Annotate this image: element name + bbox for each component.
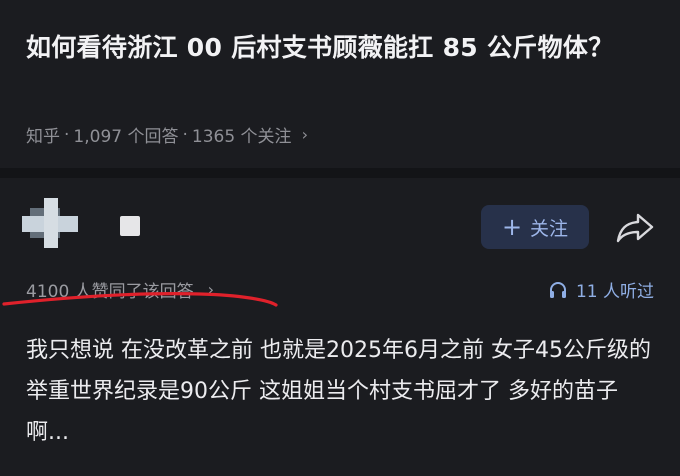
question-title[interactable]: 如何看待浙江 00 后村支书顾薇能扛 85 公斤物体？: [26, 26, 656, 70]
listened-text: 11 人听过: [575, 282, 654, 302]
plus-icon: +: [501, 213, 523, 241]
answer-count: 1,097 个回答: [73, 127, 179, 147]
red-annotation-stroke: [2, 292, 278, 307]
answer-body[interactable]: 我只想说 在没改革之前 也就是2025年6月之前 女子45公斤级的举重世界纪录是…: [26, 330, 656, 453]
share-button[interactable]: [614, 207, 656, 247]
follower-count: 1365 个关注: [191, 127, 292, 147]
avatar[interactable]: [22, 198, 78, 248]
author-name[interactable]: [120, 216, 140, 236]
chevron-right-icon: ›: [301, 125, 308, 144]
source-label: 知乎: [26, 127, 60, 147]
share-icon: [616, 213, 654, 243]
meta-separator: ·: [64, 124, 70, 145]
follow-button[interactable]: + 关注: [481, 205, 589, 249]
listened-count[interactable]: 11 人听过: [548, 277, 654, 302]
question-meta[interactable]: 知乎 · 1,097 个回答 · 1365 个关注 ›: [26, 122, 308, 148]
meta-separator: ·: [182, 124, 188, 145]
follow-label: 关注: [530, 217, 569, 240]
section-divider: [0, 168, 680, 178]
headphones-icon: [549, 281, 566, 298]
